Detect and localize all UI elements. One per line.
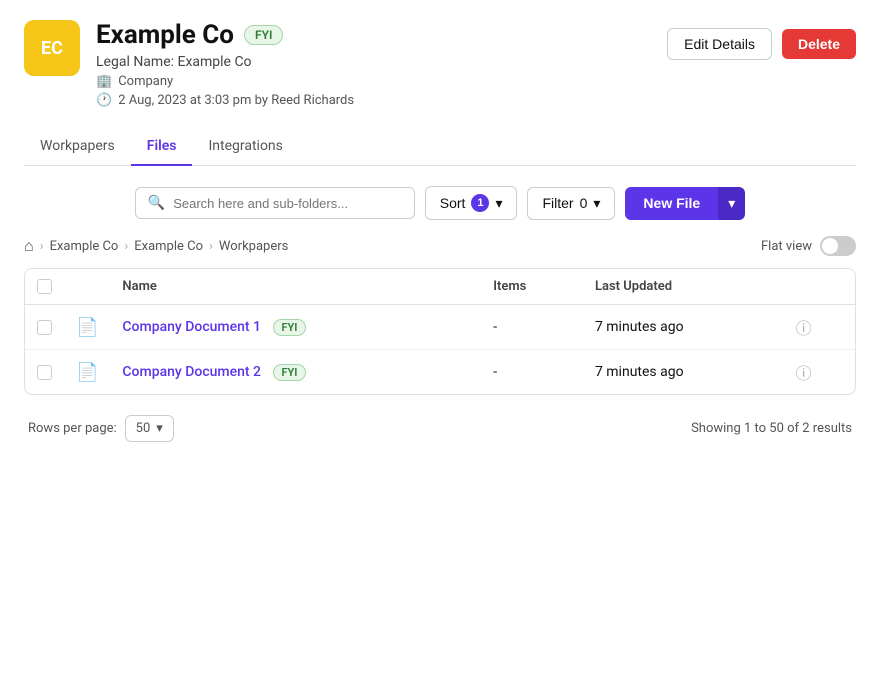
row-info-cell-1: ⓘ bbox=[784, 305, 855, 350]
col-actions bbox=[784, 269, 855, 305]
table-row: 📄 Company Document 2 FYI - 7 minutes ago… bbox=[25, 350, 855, 395]
header-info: Example Co FYI Legal Name: Example Co 🏢 … bbox=[96, 20, 354, 108]
row-items-cell-2: - bbox=[481, 350, 583, 395]
new-file-dropdown-icon: ▾ bbox=[728, 195, 735, 211]
rows-per-page-label: Rows per page: bbox=[28, 421, 117, 436]
files-table: Name Items Last Updated 📄 Company Docume… bbox=[25, 269, 855, 394]
row-info-cell-2: ⓘ bbox=[784, 350, 855, 395]
breadcrumb-item-1[interactable]: Example Co bbox=[50, 239, 119, 254]
sort-count-badge: 1 bbox=[471, 194, 489, 212]
rows-per-page-select[interactable]: 50 ▾ bbox=[125, 415, 174, 442]
row-icon-cell: 📄 bbox=[64, 305, 110, 350]
row-checkbox-cell bbox=[25, 305, 64, 350]
row-updated-cell-2: 7 minutes ago bbox=[583, 350, 784, 395]
new-file-button[interactable]: New File bbox=[625, 187, 718, 220]
search-box[interactable]: 🔍 bbox=[135, 187, 415, 219]
flat-view-toggle[interactable] bbox=[820, 236, 856, 256]
flat-view-label: Flat view bbox=[761, 239, 812, 254]
file-name-link-1[interactable]: Company Document 1 bbox=[122, 319, 261, 335]
flat-view-control: Flat view bbox=[761, 236, 856, 256]
company-type-label: Company bbox=[118, 74, 173, 89]
tab-workpapers[interactable]: Workpapers bbox=[24, 128, 131, 166]
type-row: 🏢 Company bbox=[96, 74, 354, 89]
pagination-row: Rows per page: 50 ▾ Showing 1 to 50 of 2… bbox=[24, 411, 856, 446]
table-row: 📄 Company Document 1 FYI - 7 minutes ago… bbox=[25, 305, 855, 350]
col-checkbox bbox=[25, 269, 64, 305]
breadcrumb-item-3[interactable]: Workpapers bbox=[219, 239, 288, 254]
company-name: Example Co bbox=[96, 20, 234, 50]
row-items-cell-1: - bbox=[481, 305, 583, 350]
breadcrumb-sep-2: › bbox=[124, 239, 128, 254]
tab-files[interactable]: Files bbox=[131, 128, 193, 166]
tab-integrations[interactable]: Integrations bbox=[192, 128, 298, 166]
select-all-checkbox[interactable] bbox=[37, 279, 52, 294]
rows-per-page-value: 50 bbox=[136, 421, 151, 436]
delete-button[interactable]: Delete bbox=[782, 29, 856, 59]
legal-name: Legal Name: Example Co bbox=[96, 54, 354, 70]
file-badge-1: FYI bbox=[273, 319, 307, 336]
col-icon bbox=[64, 269, 110, 305]
row-checkbox-2[interactable] bbox=[37, 365, 52, 380]
home-icon[interactable]: ⌂ bbox=[24, 236, 34, 256]
sort-label: Sort bbox=[440, 195, 466, 211]
timestamp: 2 Aug, 2023 at 3:03 pm by Reed Richards bbox=[118, 93, 354, 108]
sort-chevron-icon: ▾ bbox=[495, 195, 502, 212]
breadcrumb-row: ⌂ › Example Co › Example Co › Workpapers… bbox=[24, 236, 856, 256]
row-checkbox-1[interactable] bbox=[37, 320, 52, 335]
table-header-row: Name Items Last Updated bbox=[25, 269, 855, 305]
breadcrumb-sep-1: › bbox=[40, 239, 44, 254]
row-icon-cell: 📄 bbox=[64, 350, 110, 395]
page-header: EC Example Co FYI Legal Name: Example Co… bbox=[24, 20, 856, 108]
new-file-group: New File ▾ bbox=[625, 187, 745, 220]
info-icon-1[interactable]: ⓘ bbox=[796, 319, 812, 338]
edit-details-button[interactable]: Edit Details bbox=[667, 28, 772, 60]
showing-text: Showing 1 to 50 of 2 results bbox=[691, 421, 852, 436]
toolbar: 🔍 Sort 1 ▾ Filter 0 ▾ New File ▾ bbox=[24, 186, 856, 220]
files-table-wrap: Name Items Last Updated 📄 Company Docume… bbox=[24, 268, 856, 395]
fyi-badge: FYI bbox=[244, 25, 283, 45]
info-icon-2[interactable]: ⓘ bbox=[796, 364, 812, 383]
search-icon: 🔍 bbox=[148, 195, 165, 211]
header-title-row: Example Co FYI bbox=[96, 20, 354, 50]
timestamp-row: 🕐 2 Aug, 2023 at 3:03 pm by Reed Richard… bbox=[96, 93, 354, 108]
company-type-icon: 🏢 bbox=[96, 74, 112, 89]
header-left: EC Example Co FYI Legal Name: Example Co… bbox=[24, 20, 354, 108]
row-name-cell: Company Document 2 FYI bbox=[110, 350, 481, 395]
row-checkbox-cell bbox=[25, 350, 64, 395]
col-items: Items bbox=[481, 269, 583, 305]
avatar: EC bbox=[24, 20, 80, 76]
col-name[interactable]: Name bbox=[110, 269, 481, 305]
row-updated-cell-1: 7 minutes ago bbox=[583, 305, 784, 350]
header-actions: Edit Details Delete bbox=[667, 28, 856, 60]
file-icon-1: 📄 bbox=[76, 317, 98, 338]
rows-per-page: Rows per page: 50 ▾ bbox=[28, 415, 174, 442]
file-badge-2: FYI bbox=[273, 364, 307, 381]
col-last-updated: Last Updated bbox=[583, 269, 784, 305]
breadcrumb-item-2[interactable]: Example Co bbox=[134, 239, 203, 254]
breadcrumb: ⌂ › Example Co › Example Co › Workpapers bbox=[24, 236, 288, 256]
breadcrumb-sep-3: › bbox=[209, 239, 213, 254]
clock-icon: 🕐 bbox=[96, 93, 112, 108]
filter-button[interactable]: Filter 0 ▾ bbox=[527, 187, 615, 220]
toggle-knob bbox=[822, 238, 838, 254]
filter-chevron-icon: ▾ bbox=[593, 195, 600, 212]
row-name-cell: Company Document 1 FYI bbox=[110, 305, 481, 350]
sort-button[interactable]: Sort 1 ▾ bbox=[425, 186, 518, 220]
file-name-link-2[interactable]: Company Document 2 bbox=[122, 364, 261, 380]
file-icon-2: 📄 bbox=[76, 362, 98, 383]
filter-count: 0 bbox=[580, 195, 588, 211]
filter-label: Filter bbox=[542, 195, 573, 211]
search-input[interactable] bbox=[173, 196, 402, 211]
tab-bar: Workpapers Files Integrations bbox=[24, 128, 856, 166]
new-file-dropdown-button[interactable]: ▾ bbox=[718, 187, 745, 220]
rows-per-page-chevron: ▾ bbox=[156, 421, 163, 436]
